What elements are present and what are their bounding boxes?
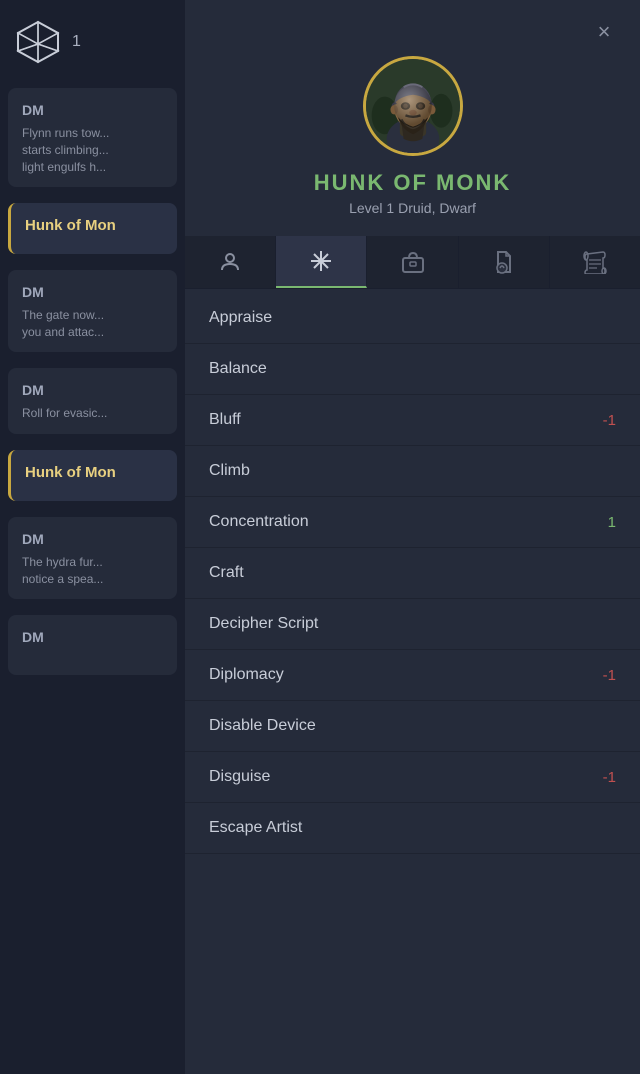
character-header: HUNK OF MONK Level 1 Druid, Dwarf [185,56,640,236]
skill-row[interactable]: Disguise -1 [185,752,640,803]
skill-row[interactable]: Craft [185,548,640,599]
sidebar-number: 1 [72,33,81,51]
sidebar-item-dm-3[interactable]: DM Roll for evasic... [8,368,177,434]
skill-name: Disguise [209,768,270,786]
dm-label-4: DM [22,529,163,550]
sidebar-item-dm-1[interactable]: DM Flynn runs tow...starts climbing...li… [8,88,177,187]
panel-header: × [185,0,640,56]
dm-label-5: DM [22,627,163,648]
sidebar-item-player-1[interactable]: Hunk of Mon [8,203,177,254]
dm-label-2: DM [22,282,163,303]
tab-scroll[interactable] [550,236,640,288]
sidebar-item-dm-5[interactable]: DM [8,615,177,675]
tab-bar [185,236,640,289]
sidebar-item-player-2[interactable]: Hunk of Mon [8,450,177,501]
tab-profile[interactable] [185,236,276,288]
skill-name: Concentration [209,513,309,531]
character-name: HUNK OF MONK [314,170,512,196]
player-label-2: Hunk of Mon [25,462,163,485]
sidebar-item-dm-2[interactable]: DM The gate now...you and attac... [8,270,177,353]
skill-name: Disable Device [209,717,316,735]
skill-row[interactable]: Diplomacy -1 [185,650,640,701]
skill-modifier: -1 [603,667,616,684]
sidebar: 1 DM Flynn runs tow...starts climbing...… [0,0,185,1074]
tab-inventory[interactable] [367,236,458,288]
skill-name: Escape Artist [209,819,302,837]
dice-icon [16,20,60,64]
skill-row[interactable]: Escape Artist [185,803,640,854]
skill-name: Craft [209,564,244,582]
tab-skills[interactable] [276,236,367,288]
skill-name: Climb [209,462,250,480]
skill-modifier: 1 [608,514,616,531]
skill-modifier: -1 [603,412,616,429]
skill-row[interactable]: Balance [185,344,640,395]
skill-name: Bluff [209,411,241,429]
skills-list: Appraise Balance Bluff -1 Climb Concentration… [185,293,640,1074]
skill-row[interactable]: Bluff -1 [185,395,640,446]
skill-name: Diplomacy [209,666,284,684]
skill-row[interactable]: Concentration 1 [185,497,640,548]
skill-row[interactable]: Disable Device [185,701,640,752]
skill-name: Appraise [209,309,272,327]
sidebar-item-dm-4[interactable]: DM The hydra fur...notice a spea... [8,517,177,600]
skill-row[interactable]: Climb [185,446,640,497]
skill-name: Balance [209,360,267,378]
dm-text: Flynn runs tow...starts climbing...light… [22,125,163,175]
skill-row[interactable]: Decipher Script [185,599,640,650]
main-panel: × [185,0,640,1074]
dm-label-3: DM [22,380,163,401]
dm-text-3: Roll for evasic... [22,405,163,422]
skill-row[interactable]: Appraise [185,293,640,344]
tab-notes[interactable] [459,236,550,288]
dm-label: DM [22,100,163,121]
dm-text-2: The gate now...you and attac... [22,307,163,341]
skill-name: Decipher Script [209,615,318,633]
character-subtitle: Level 1 Druid, Dwarf [349,200,476,216]
player-label-1: Hunk of Mon [25,215,163,238]
close-button[interactable]: × [588,16,620,48]
dm-text-4: The hydra fur...notice a spea... [22,554,163,588]
avatar [363,56,463,156]
sidebar-header: 1 [0,0,185,84]
skill-modifier: -1 [603,769,616,786]
